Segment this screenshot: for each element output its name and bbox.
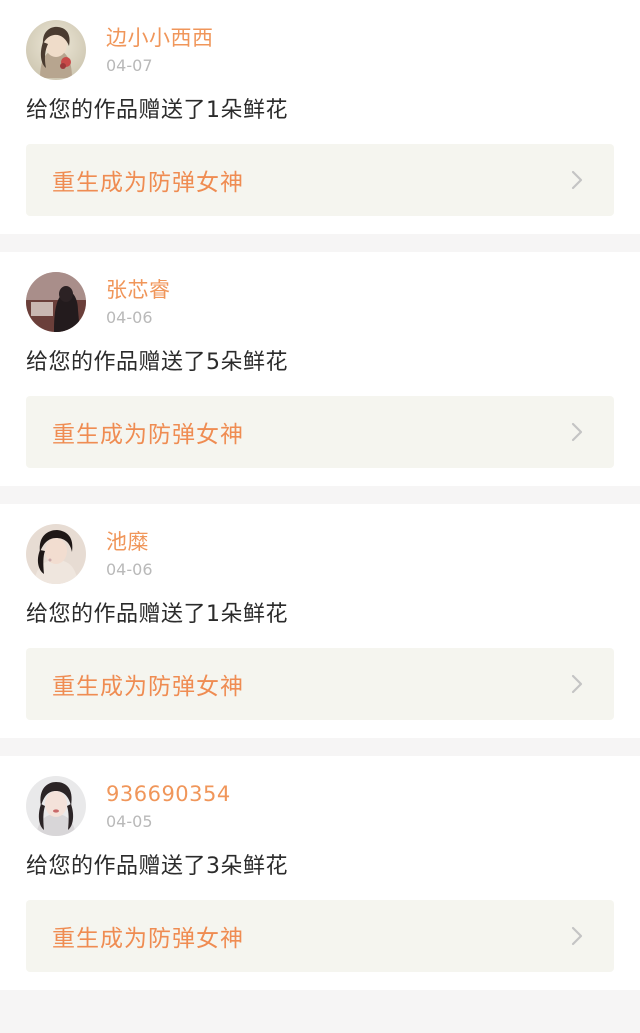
work-link-button[interactable]: 重生成为防弹女神 xyxy=(26,144,614,216)
chevron-right-icon xyxy=(566,673,588,695)
avatar[interactable] xyxy=(26,272,86,332)
gift-message: 给您的作品赠送了1朵鲜花 xyxy=(26,98,288,123)
avatar-photo-icon xyxy=(26,776,86,836)
gift-message: 给您的作品赠送了3朵鲜花 xyxy=(26,854,288,879)
username[interactable]: 边小小西西 xyxy=(106,23,214,53)
notification-card: 936690354 04-05 给您的作品赠送了3朵鲜花 重生成为防弹女神 xyxy=(0,756,640,990)
notification-meta: 边小小西西 04-07 xyxy=(106,23,214,77)
work-link-button[interactable]: 重生成为防弹女神 xyxy=(26,648,614,720)
work-title: 重生成为防弹女神 xyxy=(52,422,244,448)
work-link-button[interactable]: 重生成为防弹女神 xyxy=(26,900,614,972)
gift-message: 给您的作品赠送了5朵鲜花 xyxy=(26,350,288,375)
notification-card: 池糜 04-06 给您的作品赠送了1朵鲜花 重生成为防弹女神 xyxy=(0,504,640,738)
timestamp: 04-06 xyxy=(106,560,153,579)
gift-message: 给您的作品赠送了1朵鲜花 xyxy=(26,602,288,627)
gift-notification-feed: 边小小西西 04-07 给您的作品赠送了1朵鲜花 重生成为防弹女神 张芯睿 04… xyxy=(0,0,640,1033)
notification-header: 池糜 04-06 xyxy=(26,524,614,586)
username[interactable]: 池糜 xyxy=(106,527,153,557)
notification-meta: 池糜 04-06 xyxy=(106,527,153,581)
avatar[interactable] xyxy=(26,776,86,836)
notification-header: 936690354 04-05 xyxy=(26,776,614,838)
username[interactable]: 936690354 xyxy=(106,779,231,809)
notification-header: 边小小西西 04-07 xyxy=(26,20,614,82)
timestamp: 04-05 xyxy=(106,812,153,831)
username[interactable]: 张芯睿 xyxy=(106,275,171,305)
avatar-photo-icon xyxy=(26,524,86,584)
avatar[interactable] xyxy=(26,524,86,584)
chevron-right-icon xyxy=(566,421,588,443)
avatar-photo-icon xyxy=(26,272,86,332)
avatar-photo-icon xyxy=(26,20,86,80)
notification-meta: 936690354 04-05 xyxy=(106,779,231,833)
timestamp: 04-06 xyxy=(106,308,153,327)
notification-header: 张芯睿 04-06 xyxy=(26,272,614,334)
work-title: 重生成为防弹女神 xyxy=(52,170,244,196)
chevron-right-icon xyxy=(566,925,588,947)
notification-card: 张芯睿 04-06 给您的作品赠送了5朵鲜花 重生成为防弹女神 xyxy=(0,252,640,486)
work-title: 重生成为防弹女神 xyxy=(52,926,244,952)
avatar[interactable] xyxy=(26,20,86,80)
work-link-button[interactable]: 重生成为防弹女神 xyxy=(26,396,614,468)
notification-card: 边小小西西 04-07 给您的作品赠送了1朵鲜花 重生成为防弹女神 xyxy=(0,0,640,234)
timestamp: 04-07 xyxy=(106,56,153,75)
work-title: 重生成为防弹女神 xyxy=(52,674,244,700)
chevron-right-icon xyxy=(566,169,588,191)
notification-meta: 张芯睿 04-06 xyxy=(106,275,171,329)
